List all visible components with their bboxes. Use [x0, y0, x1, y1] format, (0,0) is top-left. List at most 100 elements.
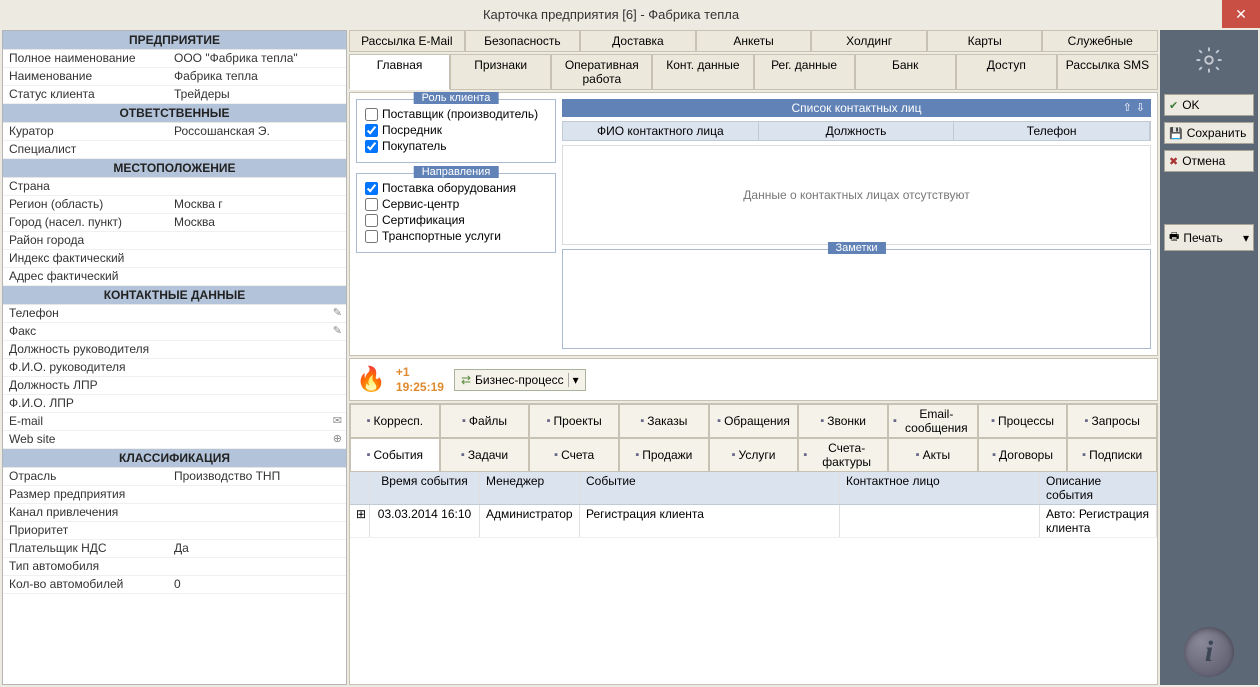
globe-icon[interactable]: ⊕: [333, 432, 342, 445]
property-row[interactable]: Должность руководителя: [3, 341, 346, 359]
contact-column-header[interactable]: ФИО контактного лица: [563, 122, 759, 140]
property-row[interactable]: Приоритет: [3, 522, 346, 540]
property-value[interactable]: [168, 141, 346, 158]
property-value[interactable]: ✉: [168, 413, 346, 430]
tab-холдинг[interactable]: Холдинг: [811, 30, 927, 52]
events-body[interactable]: ⊞03.03.2014 16:10АдминистраторРегистраци…: [350, 505, 1157, 684]
property-value[interactable]: Россошанская Э.: [168, 123, 346, 140]
role-checkbox[interactable]: [365, 124, 378, 137]
property-row[interactable]: Статус клиентаТрейдеры: [3, 86, 346, 104]
property-row[interactable]: Район города: [3, 232, 346, 250]
col-manager-header[interactable]: Менеджер: [480, 472, 580, 504]
role-item[interactable]: Поставщик (производитель): [365, 106, 547, 122]
btab-процессы[interactable]: ▪Процессы: [978, 404, 1068, 438]
btab-проекты[interactable]: ▪Проекты: [529, 404, 619, 438]
btab-услуги[interactable]: ▪Услуги: [709, 438, 799, 472]
contact-column-header[interactable]: Телефон: [954, 122, 1150, 140]
property-value[interactable]: Фабрика тепла: [168, 68, 346, 85]
col-event-header[interactable]: Событие: [580, 472, 840, 504]
property-value[interactable]: [168, 395, 346, 412]
btab-договоры[interactable]: ▪Договоры: [978, 438, 1068, 472]
tab-доставка[interactable]: Доставка: [580, 30, 696, 52]
property-value[interactable]: ✎: [168, 323, 346, 340]
btab-подписки[interactable]: ▪Подписки: [1067, 438, 1157, 472]
expand-icon[interactable]: ⊞: [350, 505, 370, 537]
phone-icon[interactable]: ✎: [333, 306, 342, 319]
notes-textarea[interactable]: [563, 250, 1150, 340]
property-value[interactable]: Да: [168, 540, 346, 557]
property-row[interactable]: Ф.И.О. руководителя: [3, 359, 346, 377]
contacts-up-icon[interactable]: ⇧: [1123, 101, 1132, 114]
direction-checkbox[interactable]: [365, 230, 378, 243]
property-row[interactable]: Регион (область)Москва г: [3, 196, 346, 214]
phone-icon[interactable]: ✎: [333, 324, 342, 337]
tab-банк[interactable]: Банк: [855, 54, 956, 90]
left-properties-panel[interactable]: ПРЕДПРИЯТИЕПолное наименованиеООО "Фабри…: [2, 30, 347, 685]
direction-item[interactable]: Сертификация: [365, 212, 547, 228]
property-value[interactable]: [168, 558, 346, 575]
business-process-button[interactable]: ⇄ Бизнес-процесс ▾: [454, 369, 586, 391]
property-value[interactable]: ✎: [168, 305, 346, 322]
property-value[interactable]: Москва: [168, 214, 346, 231]
tab-конт.-данные[interactable]: Конт. данные: [652, 54, 753, 90]
property-row[interactable]: Индекс фактический: [3, 250, 346, 268]
btab-корресп-[interactable]: ▪Корресп.: [350, 404, 440, 438]
property-value[interactable]: [168, 341, 346, 358]
tab-оперативная-работа[interactable]: Оперативная работа: [551, 54, 652, 90]
property-value[interactable]: Производство ТНП: [168, 468, 346, 485]
contact-column-header[interactable]: Должность: [759, 122, 955, 140]
property-row[interactable]: Адрес фактический: [3, 268, 346, 286]
ok-button[interactable]: ✔ OK: [1164, 94, 1254, 116]
property-value[interactable]: [168, 377, 346, 394]
tab-главная[interactable]: Главная: [349, 54, 450, 90]
btab-счета-фактуры[interactable]: ▪Счета-фактуры: [798, 438, 888, 472]
tab-рассылка-sms[interactable]: Рассылка SMS: [1057, 54, 1158, 90]
property-value[interactable]: ООО "Фабрика тепла": [168, 50, 346, 67]
direction-checkbox[interactable]: [365, 214, 378, 227]
role-item[interactable]: Посредник: [365, 122, 547, 138]
property-row[interactable]: КураторРоссошанская Э.: [3, 123, 346, 141]
tab-безопасность[interactable]: Безопасность: [465, 30, 581, 52]
property-row[interactable]: Тип автомобиля: [3, 558, 346, 576]
save-button[interactable]: 💾 Сохранить: [1164, 122, 1254, 144]
col-time-header[interactable]: Время события: [370, 472, 480, 504]
col-contact-header[interactable]: Контактное лицо: [840, 472, 1040, 504]
mail-icon[interactable]: ✉: [333, 414, 342, 427]
property-row[interactable]: Плательщик НДСДа: [3, 540, 346, 558]
property-value[interactable]: [168, 486, 346, 503]
role-checkbox[interactable]: [365, 108, 378, 121]
dropdown-icon[interactable]: ▾: [568, 373, 579, 387]
btab-задачи[interactable]: ▪Задачи: [440, 438, 530, 472]
tab-рег.-данные[interactable]: Рег. данные: [754, 54, 855, 90]
event-row[interactable]: ⊞03.03.2014 16:10АдминистраторРегистраци…: [350, 505, 1157, 538]
cancel-button[interactable]: ✖ Отмена: [1164, 150, 1254, 172]
direction-item[interactable]: Транспортные услуги: [365, 228, 547, 244]
property-row[interactable]: Телефон✎: [3, 305, 346, 323]
property-row[interactable]: Специалист: [3, 141, 346, 159]
property-row[interactable]: Город (насел. пункт)Москва: [3, 214, 346, 232]
info-icon[interactable]: i: [1184, 627, 1234, 677]
direction-item[interactable]: Поставка оборудования: [365, 180, 547, 196]
property-row[interactable]: Канал привлечения: [3, 504, 346, 522]
property-row[interactable]: Ф.И.О. ЛПР: [3, 395, 346, 413]
property-value[interactable]: [168, 359, 346, 376]
property-value[interactable]: [168, 178, 346, 195]
btab-счета[interactable]: ▪Счета: [529, 438, 619, 472]
property-value[interactable]: [168, 250, 346, 267]
close-button[interactable]: ✕: [1222, 0, 1260, 28]
property-value[interactable]: Трейдеры: [168, 86, 346, 103]
property-row[interactable]: Страна: [3, 178, 346, 196]
col-desc-header[interactable]: Описание события: [1040, 472, 1157, 504]
direction-checkbox[interactable]: [365, 182, 378, 195]
btab-звонки[interactable]: ▪Звонки: [798, 404, 888, 438]
tab-анкеты[interactable]: Анкеты: [696, 30, 812, 52]
property-value[interactable]: [168, 232, 346, 249]
property-row[interactable]: E-mail✉: [3, 413, 346, 431]
contacts-down-icon[interactable]: ⇩: [1136, 101, 1145, 114]
property-value[interactable]: 0: [168, 576, 346, 593]
tab-признаки[interactable]: Признаки: [450, 54, 551, 90]
property-row[interactable]: Кол-во автомобилей0: [3, 576, 346, 594]
btab-запросы[interactable]: ▪Запросы: [1067, 404, 1157, 438]
btab-файлы[interactable]: ▪Файлы: [440, 404, 530, 438]
btab-события[interactable]: ▪События: [350, 438, 440, 472]
